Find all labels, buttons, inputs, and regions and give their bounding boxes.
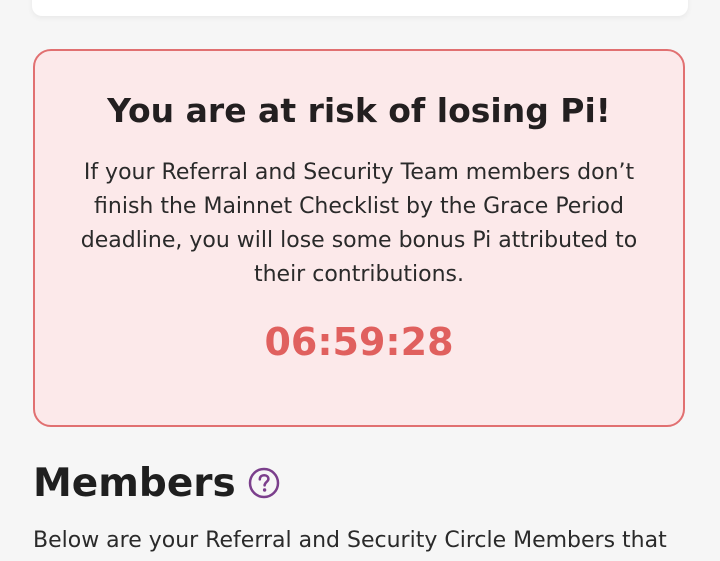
members-title: Members	[33, 460, 236, 506]
previous-card	[32, 0, 688, 16]
members-description: Below are your Referral and Security Cir…	[33, 528, 667, 553]
risk-alert-message: If your Referral and Security Team membe…	[80, 160, 638, 287]
members-header: Members	[33, 458, 280, 508]
question-circle-icon[interactable]	[248, 467, 280, 499]
risk-alert-card: You are at risk of losing Pi! If your Re…	[33, 49, 685, 427]
countdown-timer: 06:59:28	[264, 320, 454, 364]
risk-alert-title: You are at risk of losing Pi!	[107, 91, 611, 130]
